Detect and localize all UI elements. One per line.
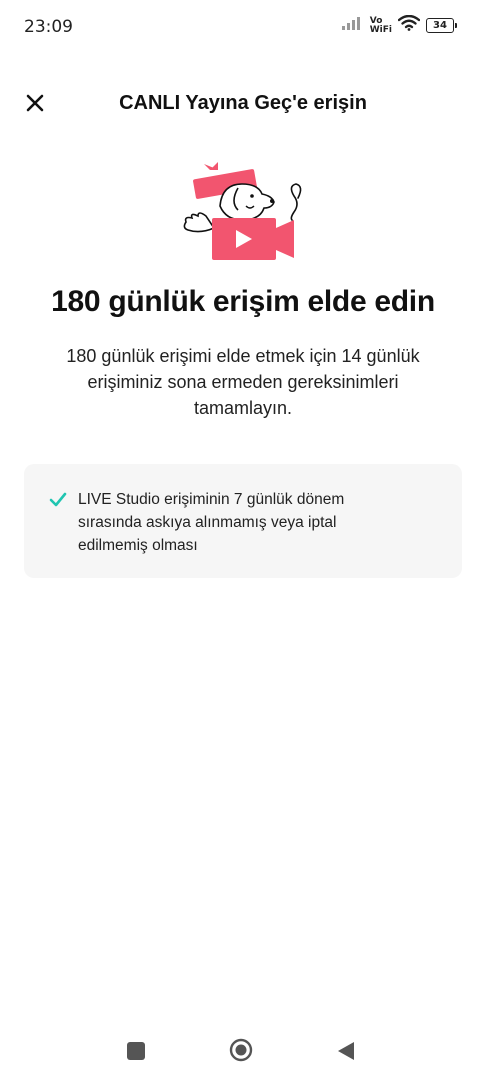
wifi-icon	[397, 14, 421, 36]
vowifi-indicator: Vo WiFi	[369, 16, 392, 35]
requirements-card: LIVE Studio erişiminin 7 günlük dönem sı…	[24, 464, 462, 578]
dog-gift-camera-illustration	[183, 162, 302, 260]
square-icon[interactable]	[127, 1042, 145, 1060]
wifi-label: WiFi	[369, 24, 392, 35]
signal-icon	[341, 16, 364, 35]
status-icons: Vo WiFi 34	[341, 14, 457, 36]
system-nav-bar	[0, 1024, 486, 1080]
requirement-item: LIVE Studio erişiminin 7 günlük dönem sı…	[48, 488, 378, 557]
status-bar: 23:09 Vo WiFi 34	[0, 0, 486, 56]
circle-home-icon[interactable]	[229, 1038, 253, 1062]
check-icon	[48, 490, 68, 510]
hero-description: 180 günlük erişimi elde etmek için 14 gü…	[66, 346, 420, 418]
requirement-text: LIVE Studio erişiminin 7 günlük dönem sı…	[78, 491, 345, 554]
page-title: CANLI Yayına Geç'e erişin	[119, 92, 367, 114]
hero-title: 180 günlük erişim elde edin	[51, 285, 435, 318]
battery-icon: 34	[426, 18, 457, 33]
page-header: CANLI Yayına Geç'e erişin	[0, 80, 486, 128]
illustration	[180, 162, 312, 264]
status-time: 23:09	[24, 17, 73, 37]
back-triangle-icon[interactable]	[336, 1040, 356, 1062]
